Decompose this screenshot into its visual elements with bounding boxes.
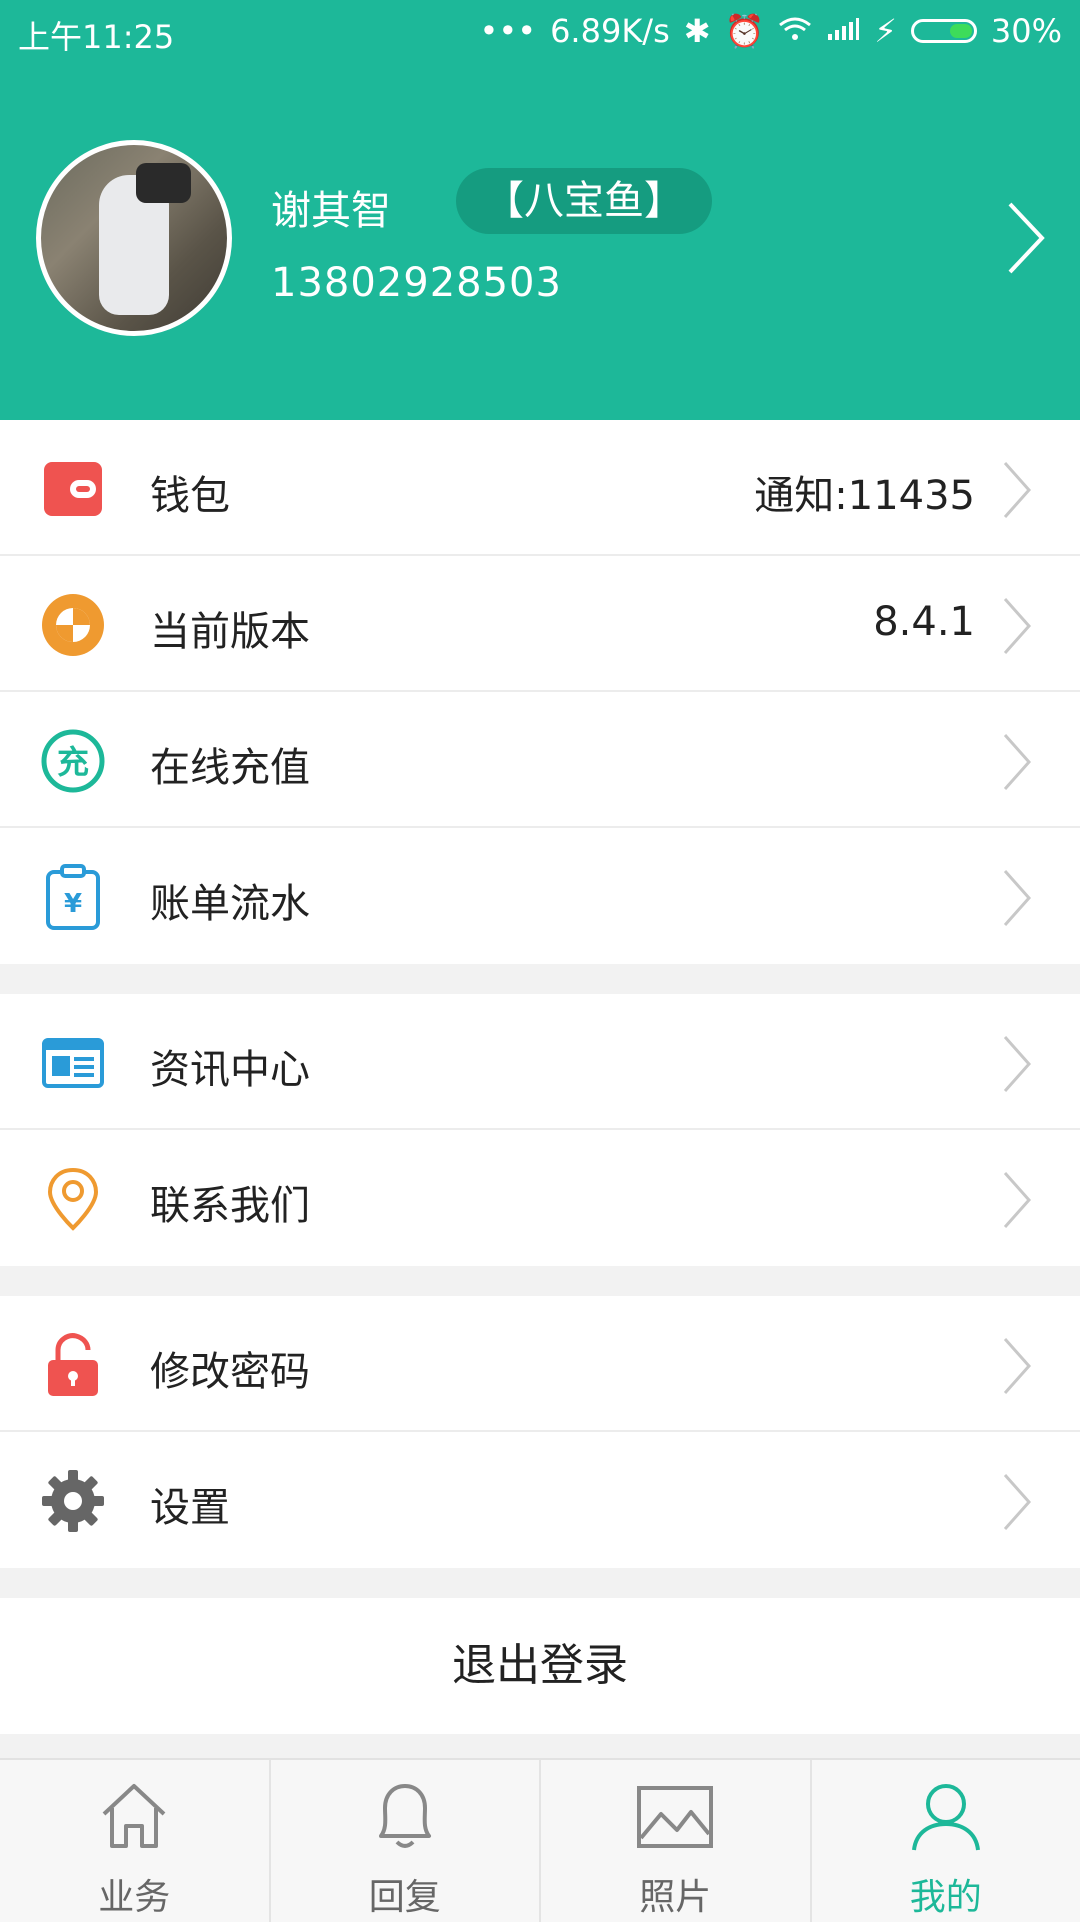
bell-icon <box>367 1778 443 1854</box>
logout-button[interactable]: 退出登录 <box>0 1598 1080 1734</box>
menu-item-bill[interactable]: ¥ 账单流水 <box>0 828 1080 964</box>
menu-item-label: 钱包 <box>150 463 230 521</box>
tab-mine[interactable]: 我的 <box>812 1760 1080 1922</box>
menu-item-change-password[interactable]: 修改密码 <box>0 1296 1080 1432</box>
gear-icon <box>40 1468 106 1534</box>
bluetooth-icon: ✱ <box>684 12 711 50</box>
user-phone: 13802928503 <box>271 260 562 306</box>
tab-label: 回复 <box>271 1868 540 1920</box>
news-icon <box>40 1030 106 1096</box>
wallet-icon <box>40 456 106 522</box>
menu-item-label: 账单流水 <box>150 871 310 929</box>
user-name: 谢其智 <box>271 178 391 236</box>
tab-label: 我的 <box>812 1868 1080 1920</box>
svg-text:¥: ¥ <box>64 889 82 919</box>
status-time: 上午11:25 <box>18 12 174 58</box>
status-bar: 上午11:25 ••• 6.89K/s ✱ ⏰ ⚡ 30% <box>0 0 1080 60</box>
menu-item-wallet[interactable]: 钱包 通知:11435 <box>0 420 1080 556</box>
menu-item-label: 设置 <box>150 1475 230 1533</box>
chevron-right-icon <box>1002 1034 1032 1094</box>
menu-item-value: 8.4.1 <box>873 599 975 645</box>
more-dots-icon: ••• <box>479 12 536 50</box>
menu-item-news[interactable]: 资讯中心 <box>0 994 1080 1130</box>
tab-reply[interactable]: 回复 <box>271 1760 542 1922</box>
network-speed: 6.89K/s <box>550 12 670 50</box>
menu-group-account: 钱包 通知:11435 当前版本 8.4.1 充 在线充值 ¥ 账单流水 <box>0 420 1080 964</box>
shop-tag: 【八宝鱼】 <box>456 168 712 234</box>
chevron-right-icon <box>1002 596 1032 656</box>
battery-percent: 30% <box>991 12 1062 50</box>
version-icon <box>40 592 106 658</box>
menu-item-version[interactable]: 当前版本 8.4.1 <box>0 556 1080 692</box>
menu-item-label: 当前版本 <box>150 599 310 657</box>
home-icon <box>96 1778 172 1854</box>
battery-icon <box>911 19 977 43</box>
profile-header: 上午11:25 ••• 6.89K/s ✱ ⏰ ⚡ 30% 谢其智 【八宝鱼】 … <box>0 0 1080 420</box>
menu-item-value: 通知:11435 <box>754 463 975 521</box>
wifi-icon <box>778 12 812 50</box>
tab-business[interactable]: 业务 <box>0 1760 271 1922</box>
svg-text:充: 充 <box>57 743 89 781</box>
menu-item-contact[interactable]: 联系我们 <box>0 1130 1080 1266</box>
chevron-right-icon <box>1002 1170 1032 1230</box>
tab-label: 照片 <box>541 1868 810 1920</box>
menu-item-recharge[interactable]: 充 在线充值 <box>0 692 1080 828</box>
signal-icon <box>826 12 860 50</box>
bottom-tab-bar: 业务 回复 照片 我的 <box>0 1758 1080 1922</box>
menu-item-label: 联系我们 <box>150 1173 310 1231</box>
profile-card[interactable]: 谢其智 【八宝鱼】 13802928503 <box>36 140 1046 340</box>
alarm-icon: ⏰ <box>725 12 765 50</box>
chevron-right-icon[interactable] <box>1006 200 1046 276</box>
avatar[interactable] <box>36 140 232 336</box>
menu-item-label: 修改密码 <box>150 1339 310 1397</box>
status-indicators: ••• 6.89K/s ✱ ⏰ ⚡ 30% <box>479 12 1062 50</box>
menu-item-label: 在线充值 <box>150 735 310 793</box>
tab-label: 业务 <box>0 1868 269 1920</box>
chevron-right-icon <box>1002 868 1032 928</box>
user-icon <box>908 1778 984 1854</box>
menu-item-settings[interactable]: 设置 <box>0 1432 1080 1568</box>
bill-icon: ¥ <box>40 864 106 930</box>
recharge-icon: 充 <box>40 728 106 794</box>
lock-icon <box>40 1332 106 1398</box>
chevron-right-icon <box>1002 460 1032 520</box>
menu-item-label: 资讯中心 <box>150 1037 310 1095</box>
chevron-right-icon <box>1002 1336 1032 1396</box>
charging-icon: ⚡ <box>874 12 896 50</box>
image-icon <box>635 1778 715 1854</box>
chevron-right-icon <box>1002 732 1032 792</box>
menu-group-info: 资讯中心 联系我们 <box>0 994 1080 1266</box>
tab-photos[interactable]: 照片 <box>541 1760 812 1922</box>
location-icon <box>40 1166 106 1232</box>
chevron-right-icon <box>1002 1472 1032 1532</box>
menu-group-security: 修改密码 设置 <box>0 1296 1080 1568</box>
